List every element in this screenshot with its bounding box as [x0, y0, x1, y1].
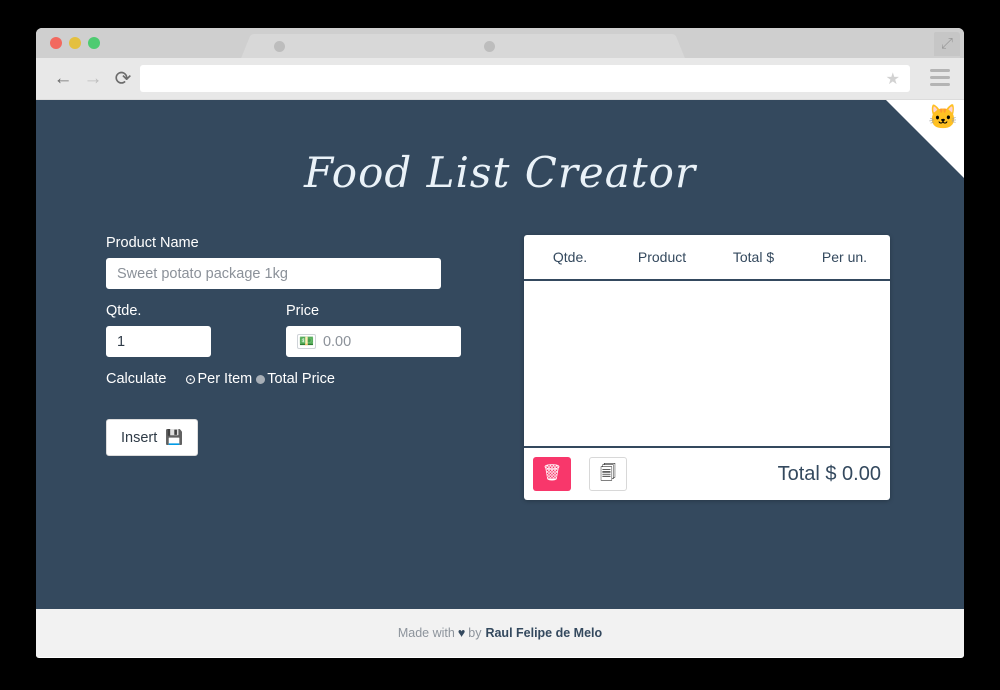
- insert-button[interactable]: Insert 💾: [106, 419, 199, 456]
- column-header-qtde: Qtde.: [552, 249, 588, 265]
- qtde-label: Qtde.: [106, 303, 142, 319]
- close-window-button[interactable]: [50, 37, 62, 49]
- price-input[interactable]: 💵 0.00: [286, 326, 461, 357]
- qtde-price-row: Qtde. 1 Price 💵 0.00: [106, 303, 461, 357]
- tab-favicon-icon: [484, 41, 495, 52]
- radio-per-item-label: Per Item: [197, 371, 253, 387]
- hamburger-menu-icon[interactable]: [930, 69, 950, 89]
- price-placeholder-text: 0.00: [322, 333, 352, 350]
- column-header-per-unit: Per un.: [821, 249, 868, 265]
- qtde-value-text: 1: [117, 333, 126, 350]
- tab-left-edge: [241, 34, 269, 58]
- product-name-label: Product Name: [106, 235, 199, 251]
- tab-right-edge: [657, 34, 685, 58]
- page-title: Food List Creator: [303, 148, 697, 197]
- calculate-mode-group: Calculate Per Item Total Price: [106, 371, 461, 387]
- product-name-placeholder-text: Sweet potato package 1kg: [117, 265, 288, 282]
- heart-icon: ♥: [457, 626, 466, 640]
- table-body-empty: [524, 281, 890, 446]
- forward-arrow-icon[interactable]: →: [80, 66, 106, 92]
- site-footer: Made with ♥ by Raul Felipe de Melo: [36, 609, 964, 657]
- column-header-total: Total $: [732, 249, 775, 265]
- items-table: Qtde. Product Total $ Per un. 🗑 🗐 Total …: [524, 235, 890, 500]
- delete-all-button[interactable]: 🗑: [533, 457, 571, 491]
- table-footer: 🗑 🗐 Total $ 0.00: [524, 446, 890, 500]
- main-content: Product Name Sweet potato package 1kg Qt…: [36, 235, 964, 500]
- reload-icon[interactable]: ⟳: [110, 66, 136, 92]
- bookmark-star-icon[interactable]: ★: [886, 69, 900, 89]
- footer-by-text: by: [468, 626, 482, 640]
- menu-bar-3: [930, 83, 950, 86]
- footer-made-with-text: Made with: [397, 626, 455, 640]
- copy-icon: 🗐: [600, 465, 616, 482]
- browser-toolbar: ← → ⟳ ★: [36, 58, 964, 100]
- product-form: Product Name Sweet potato package 1kg Qt…: [106, 235, 461, 500]
- radio-total-price-indicator[interactable]: [256, 374, 266, 384]
- back-arrow-icon[interactable]: ←: [50, 66, 76, 92]
- menu-bar-1: [930, 69, 950, 72]
- radio-per-item[interactable]: Per Item: [186, 371, 252, 387]
- save-floppy-icon: 💾: [165, 430, 184, 446]
- price-group: Price 💵 0.00: [286, 303, 461, 357]
- items-panel: Qtde. Product Total $ Per un. 🗑 🗐 Total …: [524, 235, 890, 500]
- resize-window-icon[interactable]: ⤢: [934, 32, 960, 56]
- trash-icon: 🗑: [541, 465, 563, 482]
- app-page: 🐱 Food List Creator Product Name Sweet p…: [36, 100, 964, 609]
- radio-total-price[interactable]: Total Price: [256, 371, 335, 387]
- qtde-input[interactable]: 1: [106, 326, 211, 357]
- tab-favicon-icon: [274, 41, 285, 52]
- column-header-product: Product: [637, 249, 687, 265]
- maximize-window-button[interactable]: [88, 37, 100, 49]
- insert-button-label: Insert: [121, 429, 158, 446]
- browser-tabstrip: ⤢: [36, 28, 964, 58]
- radio-per-item-indicator[interactable]: [186, 374, 196, 384]
- product-name-input[interactable]: Sweet potato package 1kg: [106, 258, 441, 289]
- copy-list-button[interactable]: 🗐: [589, 457, 627, 491]
- calculate-label: Calculate: [106, 371, 167, 387]
- browser-tab-2[interactable]: [451, 34, 685, 58]
- radio-total-price-label: Total Price: [267, 371, 335, 387]
- github-corner-ribbon[interactable]: 🐱: [886, 100, 964, 178]
- table-header-row: Qtde. Product Total $ Per un.: [524, 235, 890, 281]
- minimize-window-button[interactable]: [69, 37, 81, 49]
- money-icon: 💵: [297, 334, 316, 349]
- total-amount-label: Total $ 0.00: [777, 462, 881, 485]
- octocat-icon: 🐱: [928, 104, 958, 131]
- url-input[interactable]: ★: [140, 65, 910, 92]
- menu-bar-2: [930, 76, 950, 79]
- price-label: Price: [286, 303, 320, 319]
- browser-tab-1[interactable]: [241, 34, 475, 58]
- browser-window: ⤢ ← → ⟳ ★ 🐱 Food List Creator Product Na…: [36, 28, 964, 658]
- footer-author-name: Raul Felipe de Melo: [485, 626, 603, 640]
- window-traffic-lights: [50, 37, 100, 49]
- qtde-group: Qtde. 1: [106, 303, 230, 357]
